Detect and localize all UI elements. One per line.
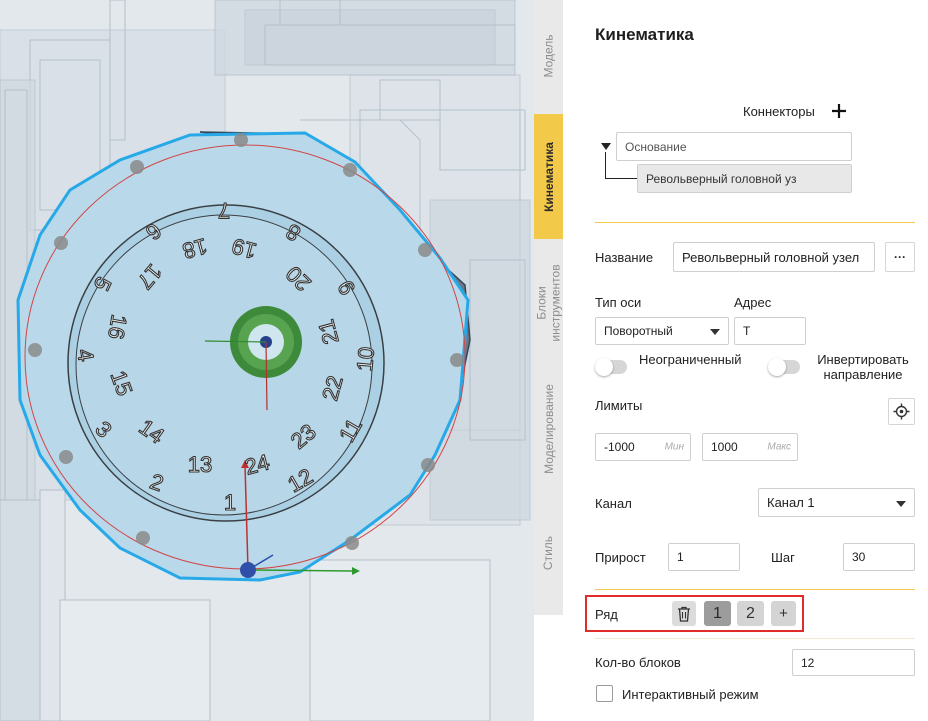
name-field[interactable]: Револьверный головной узел [673,242,875,272]
invert-direction-toggle[interactable] [768,358,800,376]
3d-viewport[interactable]: 1 2 3 4 5 6 7 8 9 10 11 12 13 14 15 16 17 18 19 20 21 22 23 24 [0,0,534,721]
interactive-mode-label: Интерактивный режим [622,687,759,702]
crosshair-icon [893,403,910,420]
turret-station-number: 1 [224,490,236,515]
increment-label: Прирост [595,550,646,565]
turret-station-number: 7 [218,198,230,223]
tab-tool-blocks-label: Блоки инструментов [534,263,563,342]
limit-max-unit: Макс [767,441,791,453]
channel-value: Канал 1 [767,495,815,510]
tree-expand-caret-icon[interactable] [601,143,611,150]
address-label: Адрес [734,295,772,310]
chevron-down-icon [710,329,720,335]
row-chip-1[interactable]: 1 [704,601,731,626]
tab-style-label: Стиль [541,535,556,570]
turret-station-number: 13 [188,452,212,477]
interactive-mode-checkbox[interactable] [596,685,613,702]
tab-kinematics[interactable]: Кинематика [534,114,563,239]
plus-icon [832,104,846,118]
add-connector-button[interactable] [829,101,849,121]
limit-min-value: -1000 [604,440,635,454]
section-divider [595,589,915,590]
tree-node-root[interactable]: Основание [616,132,852,161]
tab-model[interactable]: Модель [534,0,563,112]
blocks-count-label: Кол-во блоков [595,655,681,670]
limit-max-value: 1000 [711,440,738,454]
tab-simulation-label: Моделирование [541,383,556,474]
kinematics-panel: Кинематика Коннекторы Основание Револьве… [563,0,928,721]
axis-type-value: Поворотный [604,324,673,338]
limit-min-unit: Мин [664,441,684,453]
more-options-button[interactable]: ··· [885,242,915,272]
panel-title: Кинематика [595,25,694,44]
channel-select[interactable]: Канал 1 [758,488,915,517]
increment-field[interactable]: 1 [668,543,740,571]
axis-type-label: Тип оси [595,295,642,310]
unlimited-toggle[interactable] [595,358,627,376]
section-divider [595,222,915,223]
chevron-down-icon [896,500,906,507]
invert-direction-label: Инвертировать направление [817,352,909,382]
tab-model-label: Модель [541,34,556,78]
turret-station-number: 16 [103,313,132,341]
trash-icon [678,606,690,622]
step-label: Шаг [771,550,795,565]
tree-branch-connector [605,178,637,179]
channel-label: Канал [595,496,632,511]
delete-row-button[interactable] [672,601,696,626]
limit-min-field[interactable]: -1000 Мин [595,433,691,461]
unlimited-label: Неограниченный [639,352,742,367]
tab-style[interactable]: Стиль [534,500,563,605]
scene-canvas[interactable]: 123456789101112131415161718 192021222324 [0,0,534,721]
step-field[interactable]: 30 [843,543,915,571]
section-divider-light [595,638,915,639]
row-label: Ряд [595,607,618,622]
tree-node-child-selected[interactable]: Револьверный головной уз [637,164,852,193]
locate-button[interactable] [888,398,915,425]
limit-max-field[interactable]: 1000 Макс [702,433,798,461]
vertical-tab-strip: Модель Кинематика Блоки инструментов Мод… [534,0,563,615]
connectors-label: Коннекторы [743,104,815,119]
name-label: Название [595,250,654,265]
blocks-count-field[interactable]: 12 [792,649,915,676]
limits-label: Лимиты [595,398,643,413]
axis-type-select[interactable]: Поворотный [595,317,729,345]
add-row-button[interactable]: + [771,601,796,626]
tab-strip-spacer [534,615,563,721]
tab-tool-blocks[interactable]: Блоки инструментов [534,240,563,365]
tab-kinematics-label: Кинематика [541,141,556,212]
row-chip-2[interactable]: 2 [737,601,764,626]
address-field[interactable]: T [734,317,806,345]
tab-simulation[interactable]: Моделирование [534,366,563,491]
turret-station-number: 10 [352,346,379,373]
tree-branch-line [605,152,606,178]
